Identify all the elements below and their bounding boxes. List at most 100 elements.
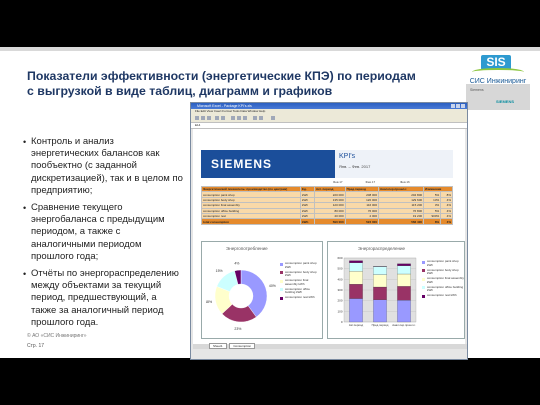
cell-reference[interactable]: E14 — [195, 123, 200, 127]
legend-entry: consumption body shop kWh — [422, 268, 464, 276]
save-icon[interactable] — [207, 116, 211, 120]
sheet-tab[interactable]: Sheet1 — [209, 343, 227, 349]
bar-chart-title: Энергораспределение — [358, 246, 405, 251]
slide-footer: © АО «СИС Инжиниринг» Стр. 17 — [27, 333, 87, 349]
worksheet[interactable]: SIEMENS KPI's Янв. – Фев. 2017 Янв.17 Фе… — [193, 129, 467, 349]
new-icon[interactable] — [195, 116, 199, 120]
legend-entry: consumption body shop kWh — [280, 270, 320, 278]
y-tick-label: 600 — [337, 256, 342, 260]
sheet-tabs: Sheet1 Consumption — [193, 343, 467, 349]
legend-entry: consumption office building kWh — [422, 285, 464, 293]
footer-page-number: Стр. 17 — [27, 343, 45, 349]
x-tick-label: Пред.период — [372, 323, 389, 327]
minimize-icon[interactable] — [451, 104, 455, 108]
legend-swatch — [280, 262, 283, 266]
preview-icon[interactable] — [221, 116, 225, 120]
report-period: Янв. – Фев. 2017 — [339, 164, 371, 169]
month-labels: Янв.17 Фев.17 Фев.16 — [333, 180, 410, 184]
legend-swatch — [422, 277, 425, 281]
slide-title: Показатели эффективности (энергетические… — [27, 69, 427, 99]
kpi-table: Энергетический показатель: производство … — [201, 185, 453, 225]
y-tick-label: 400 — [337, 277, 342, 281]
open-icon[interactable] — [201, 116, 205, 120]
bar-segment — [397, 286, 411, 301]
bar-legend: consumption paint shop kWh consumption bo… — [422, 259, 464, 299]
bar-segment — [397, 273, 411, 287]
legend-swatch — [422, 260, 425, 264]
legend-swatch — [280, 279, 283, 283]
x-tick-label: Анал.пер.прошл.г. — [392, 323, 416, 327]
y-tick-label: 300 — [337, 288, 342, 292]
pie-chart: 40% 23% 18% 15% 4% — [206, 261, 276, 331]
excel-window-screenshot: Microsoft Excel - Package KPI's.xls File… — [190, 102, 468, 360]
legend-swatch — [280, 296, 283, 300]
sheet-tab[interactable]: Consumption — [229, 343, 256, 349]
maximize-icon[interactable] — [456, 104, 460, 108]
x-tick-label: Акт.период — [349, 323, 364, 327]
bar-segment — [397, 263, 411, 266]
y-tick-label: 200 — [337, 299, 342, 303]
slide-title-line2: с выгрузкой в виде таблиц, диаграмм и гр… — [27, 84, 333, 98]
header-band — [0, 47, 540, 51]
legend-swatch — [280, 271, 283, 274]
legend-entry: consumption paint shop kWh — [422, 259, 464, 267]
bar-segment — [373, 299, 387, 323]
cut-icon[interactable] — [231, 116, 235, 120]
window-controls — [451, 104, 465, 108]
legend-swatch — [422, 269, 425, 272]
report-header-panel: KPI's Янв. – Фев. 2017 — [335, 150, 453, 178]
table-cell: 8% — [423, 218, 442, 225]
chart-wizard-icon[interactable] — [271, 116, 275, 120]
pie-legend: consumption paint shop kWh consumption bo… — [280, 261, 320, 301]
bar-segment — [349, 271, 363, 285]
side-brand-box: Siemens SIEMENS — [466, 84, 530, 110]
toolbar — [191, 114, 467, 123]
window-titlebar: Microsoft Excel - Package KPI's.xls — [191, 103, 467, 109]
column-header: Энергетический показатель: производство … — [201, 185, 301, 193]
legend-entry: consumption rest kWh — [422, 293, 464, 298]
report-kpi-label: KPI's — [339, 153, 356, 160]
paste-icon[interactable] — [243, 116, 247, 120]
table-total-row[interactable]: total consumption kWh 590 000 522 000 56… — [201, 218, 453, 225]
pie-data-label: 4% — [234, 261, 239, 265]
legend-entry: consumption final assembly kWh — [280, 278, 320, 286]
legend-entry: consumption paint shop kWh — [280, 261, 320, 269]
pie-chart-panel[interactable]: Энергопотребление 40% 23% 18% 15% 4% consump… — [201, 241, 323, 339]
pie-chart-title: Энергопотребление — [226, 246, 268, 251]
bar-chart: 600 500 400 300 200 100 0 Акт.период Пред.период… — [337, 256, 417, 327]
bar-segment — [373, 274, 387, 288]
bullet-list: Контроль и анализ энергетических балансо… — [23, 136, 183, 334]
bar-segment — [349, 298, 363, 323]
pie-data-label: 23% — [234, 327, 241, 331]
legend-swatch — [422, 294, 425, 298]
pie-data-label: 40% — [269, 284, 276, 288]
print-icon[interactable] — [215, 116, 219, 120]
bar-chart-panel[interactable]: Энергораспределение 600 500 400 300 200 100 0 А… — [327, 241, 465, 339]
month-label: Фев.17 — [365, 180, 376, 184]
legend-swatch — [422, 286, 425, 289]
pie-data-label: 18% — [206, 300, 212, 304]
table-cell: 522 000 — [344, 218, 380, 225]
bar-segment — [349, 262, 363, 272]
bar-segment — [349, 284, 363, 299]
month-label: Фев.16 — [400, 180, 410, 184]
slide-title-line1: Показатели эффективности (энергетические… — [27, 69, 416, 83]
bar-segment — [397, 265, 411, 275]
bullet-item: Контроль и анализ энергетических балансо… — [23, 136, 183, 197]
legend-swatch — [280, 288, 283, 291]
legend-entry: consumption final assembly kWh — [422, 276, 464, 284]
footer-copyright: © АО «СИС Инжиниринг» — [27, 333, 87, 339]
bar-segment — [349, 260, 363, 263]
copy-icon[interactable] — [237, 116, 241, 120]
report-header: SIEMENS KPI's Янв. – Фев. 2017 — [201, 150, 453, 178]
undo-icon[interactable] — [253, 116, 257, 120]
table-cell: total consumption — [201, 218, 301, 225]
y-tick-label: 0 — [341, 320, 343, 324]
bar-segment — [397, 300, 411, 323]
redo-icon[interactable] — [259, 116, 263, 120]
bullet-item: Сравнение текущего энергобаланса с преды… — [23, 202, 183, 263]
pie-data-label: 15% — [216, 269, 223, 273]
side-brand: SIEMENS — [496, 99, 515, 104]
window-title: Microsoft Excel - Package KPI's.xls — [197, 104, 252, 108]
close-icon[interactable] — [461, 104, 465, 108]
